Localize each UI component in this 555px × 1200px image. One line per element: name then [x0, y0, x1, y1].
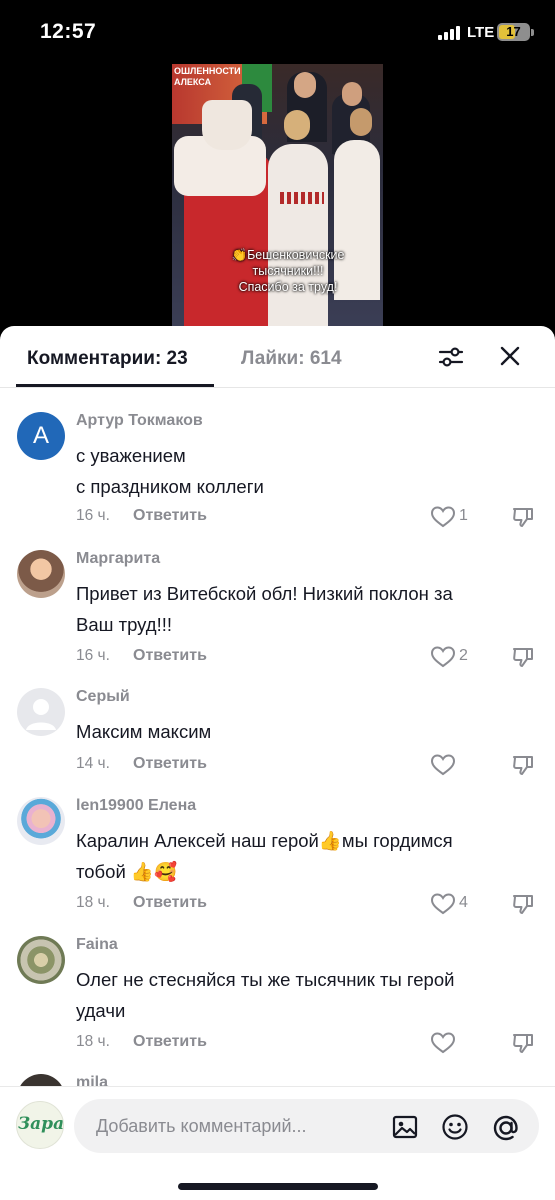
comment-text: с уважением с праздником коллеги: [76, 440, 526, 502]
comment-line: Привет из Витебской обл! Низкий поклон з…: [76, 583, 453, 604]
comment-input-bar: Зара: [0, 1086, 555, 1200]
reply-button[interactable]: Ответить: [133, 894, 207, 912]
video-banner-text: ОШЛЕННОСТИ АЛЕКСА: [174, 66, 241, 87]
comment-text: Привет из Витебской обл! Низкий поклон з…: [76, 578, 526, 640]
comment-time: 18 ч.: [76, 894, 110, 911]
reply-button[interactable]: Ответить: [133, 755, 207, 773]
dislike-icon[interactable]: [511, 1031, 535, 1055]
comment-text: Олег не стесняйся ты же тысячник ты геро…: [76, 964, 526, 1026]
comment-username[interactable]: Маргарита: [76, 550, 160, 568]
close-icon[interactable]: [498, 344, 522, 368]
network-type: LTE: [467, 24, 495, 41]
comment-time: 16 ч.: [76, 647, 110, 664]
like-count: 2: [459, 647, 468, 664]
heart-icon[interactable]: [430, 1031, 456, 1055]
status-time: 12:57: [40, 20, 97, 43]
emoji-icon[interactable]: [441, 1113, 469, 1141]
tab-likes[interactable]: Лайки: 614: [241, 348, 342, 370]
reply-button[interactable]: Ответить: [133, 647, 207, 665]
avatar[interactable]: [17, 797, 65, 845]
comment-username[interactable]: len19900 Елена: [76, 797, 196, 815]
dislike-icon[interactable]: [511, 645, 535, 669]
avatar-logo-text: Зара: [17, 1114, 64, 1134]
comment-input[interactable]: [96, 1116, 376, 1137]
reply-button[interactable]: Ответить: [133, 507, 207, 525]
comment-username[interactable]: Серый: [76, 688, 130, 706]
comment-line: с праздником коллеги: [76, 476, 264, 497]
heart-icon[interactable]: [430, 505, 456, 529]
avatar[interactable]: [17, 688, 65, 736]
comment-line: тобой 👍🥰: [76, 861, 177, 882]
tab-comments[interactable]: Комментарии: 23: [27, 348, 188, 370]
status-bar: 12:57 LTE 17: [0, 0, 555, 64]
video-caption: 👏Бешенковичские тысячники!!! Спасибо за …: [208, 247, 368, 295]
video-player[interactable]: ОШЛЕННОСТИ АЛЕКСА 👏Бешенковичские тысячн…: [172, 64, 383, 326]
comment-username[interactable]: Faina: [76, 936, 118, 954]
user-avatar[interactable]: Зара: [16, 1101, 64, 1149]
like-count: 1: [459, 507, 468, 524]
comment-line: удачи: [76, 1000, 126, 1021]
battery-icon: 17: [497, 23, 530, 41]
dislike-icon[interactable]: [511, 892, 535, 916]
image-icon[interactable]: [391, 1113, 419, 1141]
caption-line: Спасибо за труд!: [238, 280, 338, 294]
comment-line: Каралин Алексей наш герой👍мы гордимся: [76, 830, 453, 851]
comment-line: с уважением: [76, 445, 186, 466]
comment-username[interactable]: Артур Токмаков: [76, 412, 203, 430]
default-avatar-icon: [26, 699, 56, 730]
comment-time: 18 ч.: [76, 1033, 110, 1050]
avatar[interactable]: [17, 936, 65, 984]
caption-line: 👏Бешенковичские: [231, 248, 345, 262]
dislike-icon[interactable]: [511, 505, 535, 529]
avatar[interactable]: A: [17, 412, 65, 460]
battery-level: 17: [506, 24, 521, 39]
comment-line: Ваш труд!!!: [76, 614, 173, 635]
comments-sheet: Комментарии: 23 Лайки: 614 A Артур Токма…: [0, 326, 555, 1200]
comment-line: Олег не стесняйся ты же тысячник ты геро…: [76, 969, 455, 990]
mention-icon[interactable]: [491, 1113, 521, 1143]
comment-text: Максим максим: [76, 716, 526, 747]
filter-icon[interactable]: [438, 344, 464, 370]
comment-time: 16 ч.: [76, 507, 110, 524]
home-indicator: [178, 1183, 378, 1190]
dislike-icon[interactable]: [511, 753, 535, 777]
avatar[interactable]: [17, 550, 65, 598]
comment-input-container[interactable]: [74, 1099, 539, 1153]
heart-icon[interactable]: [430, 645, 456, 669]
reply-button[interactable]: Ответить: [133, 1033, 207, 1051]
signal-icon: [438, 26, 460, 40]
heart-icon[interactable]: [430, 892, 456, 916]
caption-line: тысячники!!!: [252, 264, 324, 278]
comment-line: Максим максим: [76, 721, 212, 742]
comment-time: 14 ч.: [76, 755, 110, 772]
active-tab-indicator: [16, 384, 214, 387]
comment-text: Каралин Алексей наш герой👍мы гордимся то…: [76, 825, 526, 887]
tab-bar: Комментарии: 23 Лайки: 614: [0, 326, 555, 388]
heart-icon[interactable]: [430, 753, 456, 777]
like-count: 4: [459, 894, 468, 911]
